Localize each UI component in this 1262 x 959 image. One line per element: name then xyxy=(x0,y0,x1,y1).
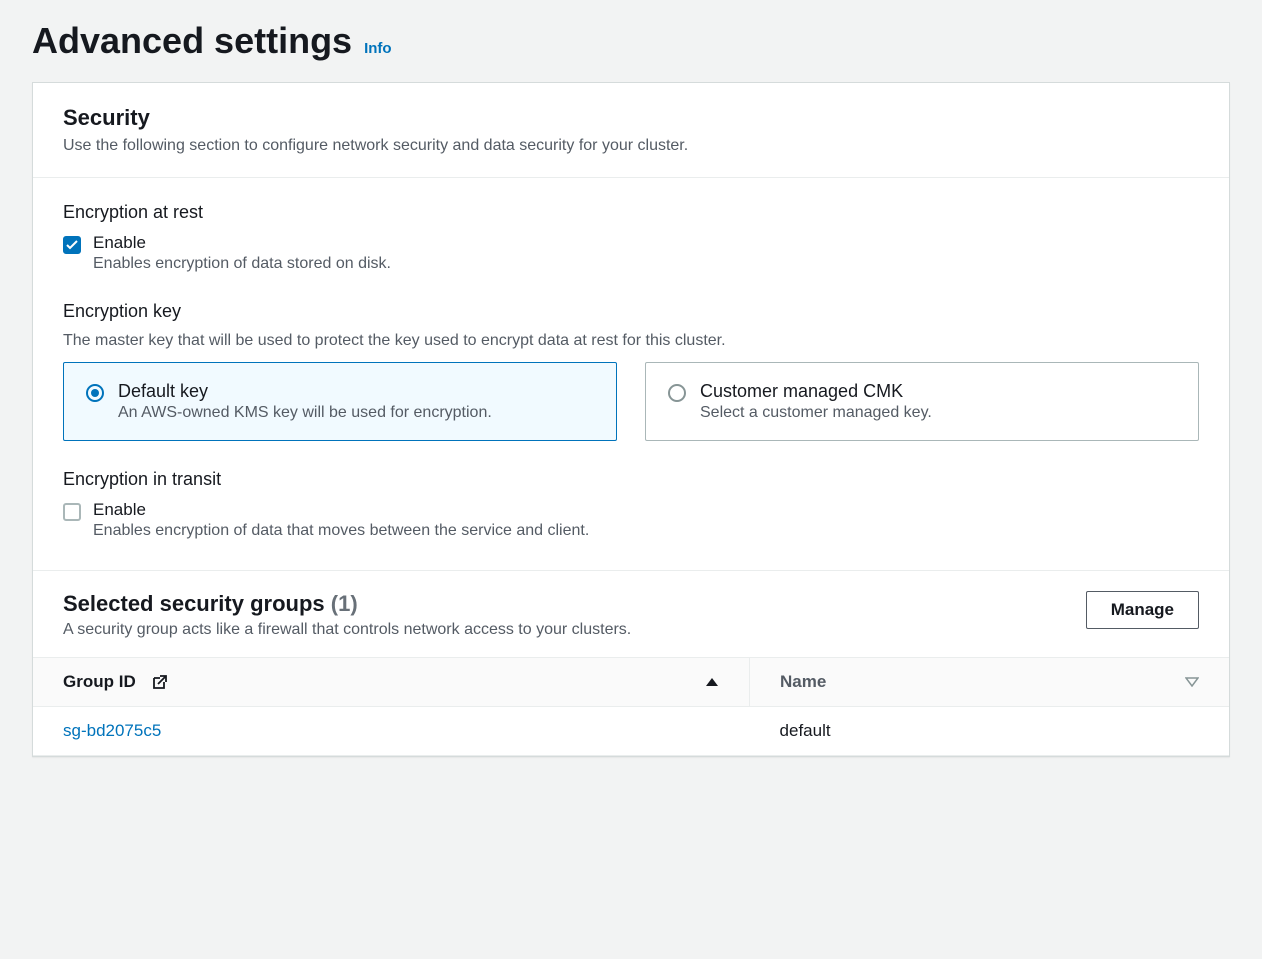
security-groups-header: Selected security groups (1) A security … xyxy=(33,570,1229,657)
security-group-name: default xyxy=(750,707,1229,756)
table-row: sg-bd2075c5 default xyxy=(33,707,1229,756)
sort-icon xyxy=(1185,672,1199,692)
encryption-in-transit-checkbox[interactable] xyxy=(63,503,81,521)
info-link[interactable]: Info xyxy=(364,40,392,57)
column-header-label: Name xyxy=(780,672,826,691)
column-header-name[interactable]: Name xyxy=(750,658,1229,707)
security-group-id-link[interactable]: sg-bd2075c5 xyxy=(63,721,161,740)
page-title: Advanced settings xyxy=(32,20,352,62)
radio-icon xyxy=(86,384,104,402)
tile-title: Default key xyxy=(118,381,492,402)
security-groups-count: (1) xyxy=(331,591,358,616)
security-groups-desc: A security group acts like a firewall th… xyxy=(63,621,631,639)
radio-icon xyxy=(668,384,686,402)
encryption-key-desc: The master key that will be used to prot… xyxy=(63,332,1199,350)
encryption-at-rest-label: Encryption at rest xyxy=(63,202,1199,223)
column-header-group-id[interactable]: Group ID xyxy=(33,658,750,707)
encryption-in-transit-enable-label: Enable xyxy=(93,500,589,520)
encryption-key-option-default[interactable]: Default key An AWS-owned KMS key will be… xyxy=(63,362,617,441)
security-panel: Security Use the following section to co… xyxy=(32,82,1230,757)
tile-desc: Select a customer managed key. xyxy=(700,404,932,422)
encryption-at-rest-checkbox[interactable] xyxy=(63,236,81,254)
tile-title: Customer managed CMK xyxy=(700,381,932,402)
encryption-at-rest-group: Encryption at rest Enable Enables encryp… xyxy=(63,202,1199,273)
encryption-key-group: Encryption key The master key that will … xyxy=(63,301,1199,441)
security-groups-title: Selected security groups xyxy=(63,591,325,616)
security-title: Security xyxy=(63,105,1199,131)
encryption-in-transit-label: Encryption in transit xyxy=(63,469,1199,490)
manage-button[interactable]: Manage xyxy=(1086,591,1199,629)
encryption-in-transit-enable-desc: Enables encryption of data that moves be… xyxy=(93,522,589,540)
encryption-in-transit-group: Encryption in transit Enable Enables enc… xyxy=(63,469,1199,540)
tile-desc: An AWS-owned KMS key will be used for en… xyxy=(118,404,492,422)
encryption-key-label: Encryption key xyxy=(63,301,1199,322)
checkmark-icon xyxy=(66,240,78,250)
encryption-key-option-cmk[interactable]: Customer managed CMK Select a customer m… xyxy=(645,362,1199,441)
security-panel-header: Security Use the following section to co… xyxy=(33,83,1229,178)
encryption-at-rest-enable-desc: Enables encryption of data stored on dis… xyxy=(93,255,391,273)
sort-asc-icon xyxy=(705,672,719,692)
security-desc: Use the following section to configure n… xyxy=(63,137,1199,155)
column-header-label: Group ID xyxy=(63,672,136,691)
external-link-icon xyxy=(150,674,168,692)
security-groups-table: Group ID Name sg-bd2075c5 xyxy=(33,657,1229,756)
encryption-at-rest-enable-label: Enable xyxy=(93,233,391,253)
